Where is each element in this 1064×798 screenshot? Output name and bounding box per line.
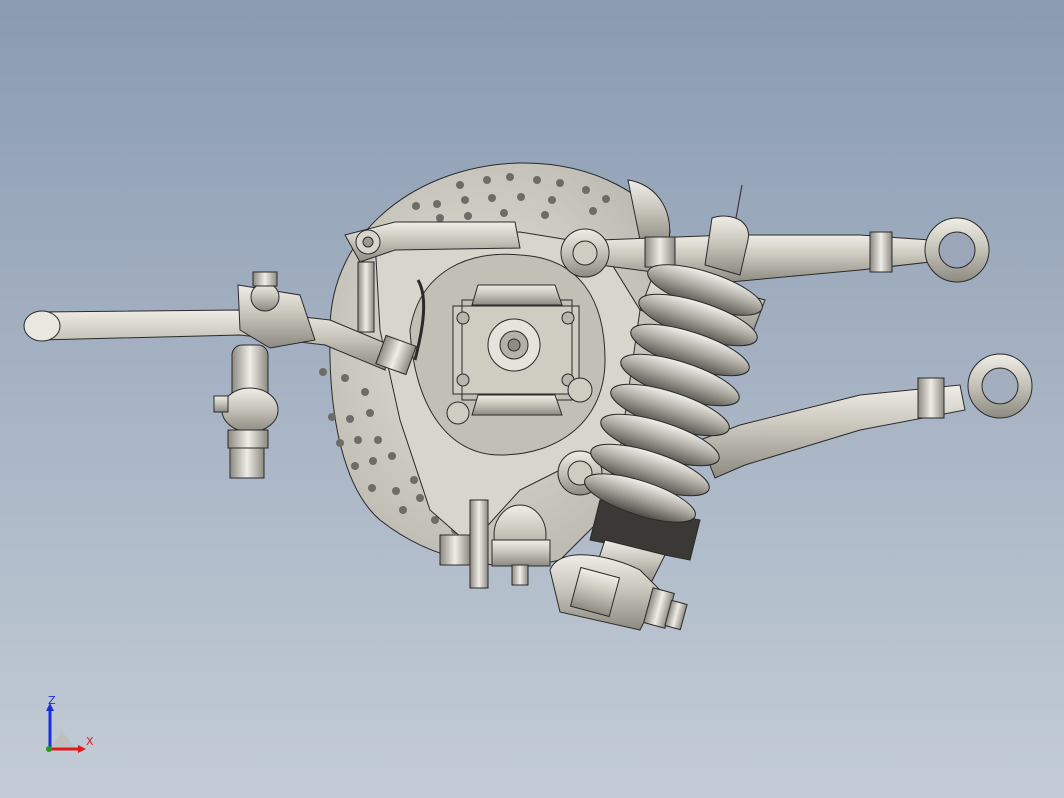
triad-origin xyxy=(46,746,52,752)
tie-rod-ball-joint xyxy=(213,344,279,479)
triad-y-axis-shape xyxy=(50,731,74,747)
triad-x-label: X xyxy=(86,735,94,748)
triad-z-label: Z xyxy=(48,695,56,707)
suspension-assembly-model[interactable] xyxy=(0,0,1064,798)
cad-graphics-viewport[interactable]: Z X xyxy=(0,0,1064,798)
damper-lower-mount xyxy=(549,554,688,631)
coordinate-triad: Z X xyxy=(46,695,94,753)
triad-x-arrowhead xyxy=(78,745,86,753)
